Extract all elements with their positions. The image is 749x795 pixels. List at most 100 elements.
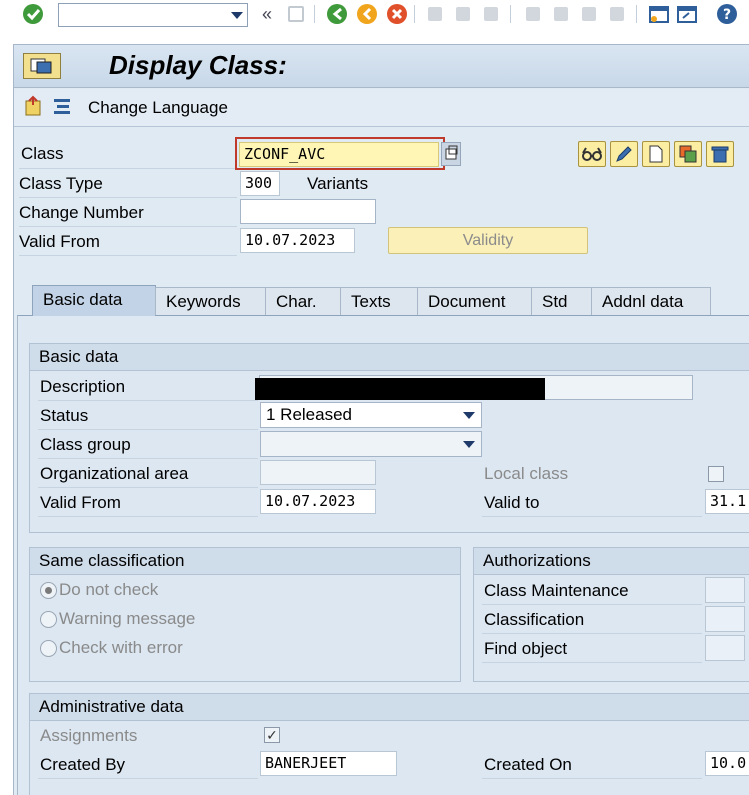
status-dropdown[interactable]: 1 Released xyxy=(260,402,482,428)
shortcut-icon xyxy=(677,6,697,23)
chevron-down-icon[interactable] xyxy=(463,441,475,448)
valid-from-field: 10.07.2023 xyxy=(240,228,355,253)
edit-button[interactable] xyxy=(610,141,638,167)
radio-warning-message[interactable] xyxy=(40,611,57,628)
authorizations-heading: Authorizations xyxy=(474,548,749,575)
shortcut-button[interactable] xyxy=(676,3,698,25)
radio-do-not-check[interactable] xyxy=(40,582,57,599)
enter-button[interactable] xyxy=(22,3,44,25)
find-object-label: Find object xyxy=(484,639,568,658)
status-label: Status xyxy=(40,406,89,425)
basic-valid-from-label: Valid From xyxy=(40,493,121,512)
valid-from-label: Valid From xyxy=(19,232,100,251)
class-type-text: Variants xyxy=(307,174,369,193)
do-not-check-label: Do not check xyxy=(59,580,159,599)
save-button[interactable] xyxy=(285,3,307,25)
print-icon xyxy=(428,7,442,21)
valid-to-field: 31.1 xyxy=(705,489,749,514)
assignments-label: Assignments xyxy=(40,726,138,745)
pencil-icon xyxy=(616,146,632,162)
change-number-label: Change Number xyxy=(19,203,144,222)
language-icon[interactable] xyxy=(52,95,72,117)
class-group-label: Class group xyxy=(40,435,131,454)
cancel-button[interactable] xyxy=(386,3,408,25)
tab-keywords[interactable]: Keywords xyxy=(155,287,266,315)
chevron-down-icon[interactable] xyxy=(231,12,243,19)
find-button[interactable] xyxy=(452,3,474,25)
svg-text:?: ? xyxy=(723,7,731,23)
system-toolbar: « ? xyxy=(0,0,749,30)
new-session-icon xyxy=(649,6,669,23)
next-page-button[interactable] xyxy=(578,3,600,25)
change-language-button[interactable]: Change Language xyxy=(88,98,228,118)
value-help-button[interactable] xyxy=(441,142,461,166)
find-icon xyxy=(456,7,470,21)
tab-document[interactable]: Document xyxy=(417,287,532,315)
prev-page-button[interactable] xyxy=(550,3,572,25)
other-class-icon[interactable] xyxy=(23,95,43,117)
status-value: 1 Released xyxy=(266,405,353,424)
basic-valid-from-field: 10.07.2023 xyxy=(260,489,376,514)
valid-to-label: Valid to xyxy=(484,493,540,512)
class-icon xyxy=(30,58,52,74)
title-bar: Display Class: xyxy=(14,45,749,88)
class-maintenance-field xyxy=(705,577,745,603)
command-field[interactable] xyxy=(58,3,248,27)
class-maintenance-label: Class Maintenance xyxy=(484,581,629,600)
assignments-checkbox[interactable]: ✓ xyxy=(264,727,280,743)
help-icon: ? xyxy=(717,4,737,24)
chevron-down-icon[interactable] xyxy=(463,412,475,419)
created-on-label: Created On xyxy=(484,755,572,774)
find-object-field xyxy=(705,635,745,661)
find-next-icon xyxy=(484,7,498,21)
redacted-description xyxy=(255,378,545,400)
tab-char[interactable]: Char. xyxy=(265,287,341,315)
created-by-label: Created By xyxy=(40,755,126,774)
last-page-button[interactable] xyxy=(606,3,628,25)
delete-button[interactable] xyxy=(706,141,734,167)
exit-button[interactable] xyxy=(356,3,378,25)
collapse-icon[interactable]: « xyxy=(256,3,278,25)
classification-label: Classification xyxy=(484,610,585,629)
class-type-field: 300 xyxy=(240,171,280,196)
local-class-label: Local class xyxy=(484,464,569,483)
new-session-button[interactable] xyxy=(648,3,670,25)
org-area-field xyxy=(260,460,376,485)
local-class-checkbox[interactable] xyxy=(708,466,724,482)
exit-icon xyxy=(357,4,377,24)
next-page-icon xyxy=(582,7,596,21)
validity-button[interactable]: Validity xyxy=(388,227,588,254)
class-input[interactable]: ZCONF_AVC xyxy=(239,142,439,167)
change-number-input[interactable] xyxy=(240,199,376,224)
basic-data-heading: Basic data xyxy=(30,344,749,371)
tab-addnl-data[interactable]: Addnl data xyxy=(591,287,711,315)
last-page-icon xyxy=(610,7,624,21)
tab-std[interactable]: Std xyxy=(531,287,592,315)
description-label: Description xyxy=(40,377,126,396)
find-next-button[interactable] xyxy=(480,3,502,25)
warning-message-label: Warning message xyxy=(59,609,196,628)
trash-icon xyxy=(711,146,729,163)
checkmark-icon xyxy=(23,4,43,24)
prev-page-icon xyxy=(554,7,568,21)
new-document-icon xyxy=(649,145,663,163)
transaction-icon[interactable] xyxy=(23,53,61,79)
save-icon xyxy=(288,6,304,22)
back-button[interactable] xyxy=(326,3,348,25)
tab-basic-data[interactable]: Basic data xyxy=(32,285,156,316)
same-classification-heading: Same classification xyxy=(30,548,460,575)
cancel-icon xyxy=(387,4,407,24)
radio-check-with-error[interactable] xyxy=(40,640,57,657)
first-page-icon xyxy=(526,7,540,21)
first-page-button[interactable] xyxy=(522,3,544,25)
create-button[interactable] xyxy=(642,141,670,167)
copy-button[interactable] xyxy=(674,141,702,167)
tab-texts[interactable]: Texts xyxy=(340,287,418,315)
classification-field xyxy=(705,606,745,632)
created-by-field: BANERJEET xyxy=(260,751,397,776)
class-group-dropdown[interactable] xyxy=(260,431,482,457)
administrative-data-heading: Administrative data xyxy=(30,694,749,721)
help-button[interactable]: ? xyxy=(716,3,738,25)
print-button[interactable] xyxy=(424,3,446,25)
where-used-button[interactable] xyxy=(578,141,606,167)
